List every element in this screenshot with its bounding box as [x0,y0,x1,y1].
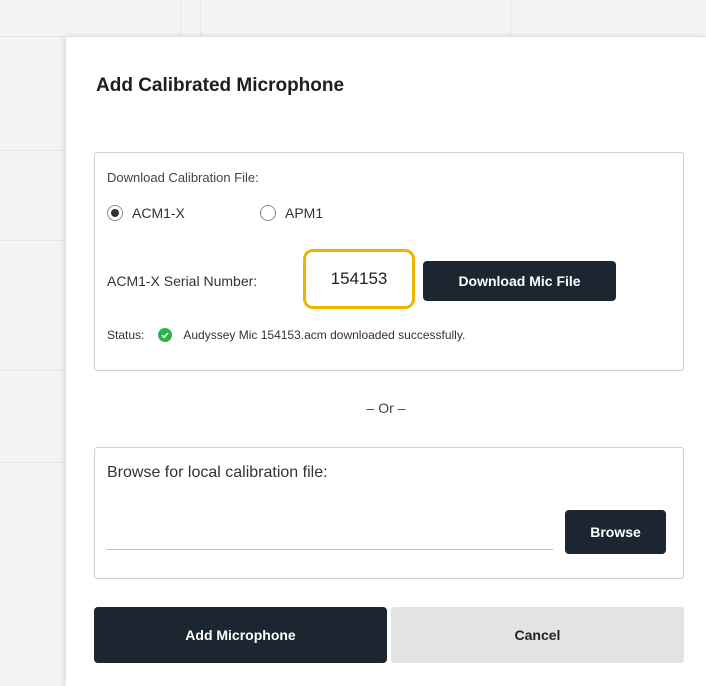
background-divider [510,0,511,36]
or-divider: – Or – [366,400,406,416]
radio-apm1[interactable]: APM1 [260,205,323,221]
dialog-title: Add Calibrated Microphone [96,75,345,96]
serial-number-label: ACM1-X Serial Number: [107,273,258,289]
add-microphone-button[interactable]: Add Microphone [94,607,387,663]
background-divider [0,240,66,241]
status-label: Status: [107,328,145,342]
background-divider [0,36,66,37]
background-divider [0,150,66,151]
download-calibration-panel: Download Calibration File: ACM1-X APM1 A… [94,152,684,371]
browse-button[interactable]: Browse [565,510,666,554]
status-row: Status: Audyssey Mic 154153.acm download… [107,328,465,342]
browse-local-panel: Browse for local calibration file: Brows… [94,447,684,579]
status-text: Audyssey Mic 154153.acm downloaded succe… [183,328,466,342]
background-divider [180,0,181,36]
download-section-label: Download Calibration File: [107,170,259,185]
browse-section-label: Browse for local calibration file: [107,464,328,481]
radio-label-apm1: APM1 [285,205,324,221]
radio-label-acm1x: ACM1-X [132,205,185,221]
radio-button-unselected[interactable] [260,205,276,221]
local-file-path-input[interactable] [107,510,553,550]
check-circle-icon [158,328,173,342]
radio-button-selected[interactable] [107,205,123,221]
background-divider [0,462,66,463]
background-divider [0,370,66,371]
serial-number-input[interactable] [303,249,415,309]
radio-acm1x[interactable]: ACM1-X [107,205,185,221]
background-divider [200,0,201,36]
download-mic-file-button[interactable]: Download Mic File [423,261,616,301]
cancel-button[interactable]: Cancel [391,607,684,663]
add-microphone-dialog: Add Calibrated Microphone Download Calib… [66,36,706,686]
